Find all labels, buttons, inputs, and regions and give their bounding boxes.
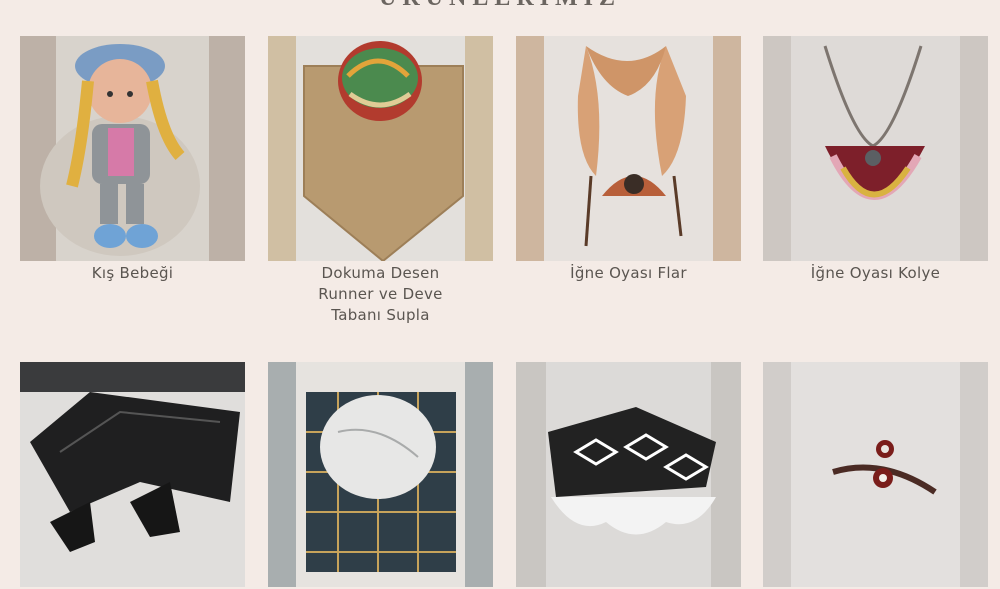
product-image-6[interactable]: [268, 362, 493, 587]
product-image-8[interactable]: [763, 362, 988, 587]
product-card-igne-oyasi-flar[interactable]: İğne Oyası Flar: [516, 36, 741, 284]
product-name[interactable]: Kış Bebeği: [20, 263, 245, 284]
product-image-igne-oyasi-kolye[interactable]: [763, 36, 988, 261]
product-card-7[interactable]: [516, 362, 741, 589]
product-card-5[interactable]: [20, 362, 245, 589]
product-name[interactable]: İğne Oyası Flar: [516, 263, 741, 284]
product-image-dokuma-runner[interactable]: [268, 36, 493, 261]
product-image-kis-bebegi[interactable]: [20, 36, 245, 261]
product-name[interactable]: Dokuma Desen Runner ve Deve Tabanı Supla: [268, 263, 493, 326]
section-title: ÜRÜNLERİMİZ: [0, 0, 1000, 10]
product-card-igne-oyasi-kolye[interactable]: İğne Oyası Kolye: [763, 36, 988, 284]
product-image-igne-oyasi-flar[interactable]: [516, 36, 741, 261]
product-card-6[interactable]: [268, 362, 493, 589]
product-name[interactable]: İğne Oyası Kolye: [763, 263, 988, 284]
product-card-8[interactable]: [763, 362, 988, 589]
product-image-5[interactable]: [20, 362, 245, 587]
product-card-dokuma-runner[interactable]: Dokuma Desen Runner ve Deve Tabanı Supla: [268, 36, 493, 326]
product-image-7[interactable]: [516, 362, 741, 587]
product-card-kis-bebegi[interactable]: Kış Bebeği: [20, 36, 245, 284]
